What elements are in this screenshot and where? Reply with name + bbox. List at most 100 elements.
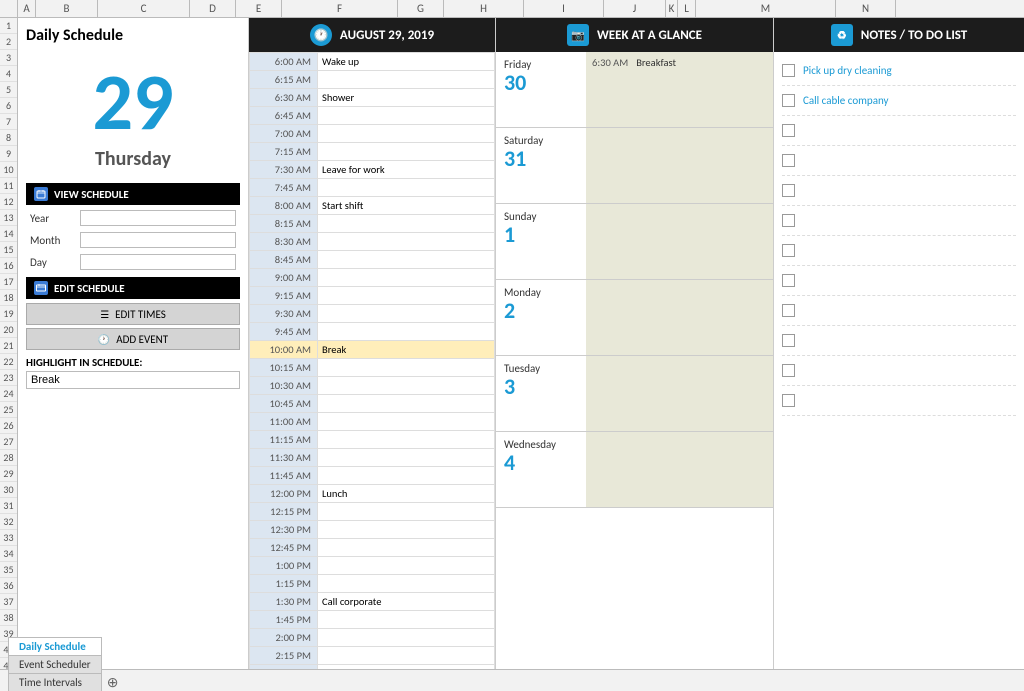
todo-checkbox[interactable] (782, 154, 795, 167)
schedule-event (318, 107, 495, 125)
row-num-5: 5 (0, 82, 17, 98)
month-row: Month (26, 231, 240, 249)
week-day-events (586, 128, 773, 203)
row-num-12: 12 (0, 194, 17, 210)
schedule-time: 12:30 PM (250, 521, 318, 539)
todo-item (782, 296, 1016, 326)
todo-checkbox[interactable] (782, 64, 795, 77)
edit-times-label: EDIT TIMES (115, 308, 166, 321)
schedule-time: 12:45 PM (250, 539, 318, 557)
month-input[interactable] (80, 232, 236, 248)
row-num-29: 29 (0, 466, 17, 482)
tab-time-intervals[interactable]: Time Intervals (8, 673, 102, 691)
todo-checkbox[interactable] (782, 274, 795, 287)
row-num-34: 34 (0, 546, 17, 562)
year-input[interactable] (80, 210, 236, 226)
schedule-event (318, 287, 495, 305)
row-num-10: 10 (0, 162, 17, 178)
add-event-button[interactable]: 🕐 ADD EVENT (26, 328, 240, 350)
schedule-time: 9:30 AM (250, 305, 318, 323)
schedule-event (318, 215, 495, 233)
schedule-row: 1:45 PM (250, 611, 495, 629)
week-day-label: Friday 30 (496, 52, 586, 127)
day-label: Day (30, 256, 80, 269)
schedule-row: 10:45 AM (250, 395, 495, 413)
schedule-event (318, 413, 495, 431)
week-day-number: 31 (504, 147, 578, 171)
schedule-time: 9:00 AM (250, 269, 318, 287)
schedule-time: 9:45 AM (250, 323, 318, 341)
schedule-table: 6:00 AM Wake up 6:15 AM 6:30 AM Shower 6… (249, 52, 495, 669)
schedule-event (318, 269, 495, 287)
schedule-row: 11:15 AM (250, 431, 495, 449)
year-label: Year (30, 212, 80, 225)
todo-checkbox[interactable] (782, 244, 795, 257)
schedule-event (318, 323, 495, 341)
row-num-35: 35 (0, 562, 17, 578)
schedule-row: 11:45 AM (250, 467, 495, 485)
schedule-event (318, 503, 495, 521)
week-day-label: Monday 2 (496, 280, 586, 355)
todo-checkbox[interactable] (782, 124, 795, 137)
week-day-events: 6:30 AM Breakfast (586, 52, 773, 127)
row-num-7: 7 (0, 114, 17, 130)
notes-icon: ♻ (831, 24, 853, 46)
week-day-number: 1 (504, 223, 578, 247)
week-day-block: Saturday 31 (496, 128, 773, 204)
schedule-row: 2:00 PM (250, 629, 495, 647)
row-num-26: 26 (0, 418, 17, 434)
schedule-row: 12:30 PM (250, 521, 495, 539)
todo-checkbox[interactable] (782, 364, 795, 377)
notes-header: ♻ NOTES / TO DO LIST (774, 18, 1024, 52)
todo-checkbox[interactable] (782, 334, 795, 347)
col-header-I: I (524, 0, 604, 17)
schedule-row: 1:30 PM Call corporate (250, 593, 495, 611)
schedule-time: 2:30 PM (250, 665, 318, 670)
edit-times-button[interactable]: ☰ EDIT TIMES (26, 303, 240, 325)
todo-text: Pick up dry cleaning (803, 64, 892, 77)
clock-icon: 🕐 (310, 24, 332, 46)
schedule-event: Lunch (318, 485, 495, 503)
row-num-2: 2 (0, 34, 17, 50)
week-event-desc: Breakfast (636, 56, 676, 69)
column-headers-row: ABCDEFGHIJKLMN (0, 0, 1024, 18)
day-name: Thursday (26, 147, 240, 183)
schedule-event (318, 359, 495, 377)
col-header-B: B (36, 0, 98, 17)
schedule-row: 7:30 AM Leave for work (250, 161, 495, 179)
schedule-time: 2:00 PM (250, 629, 318, 647)
highlight-input[interactable] (26, 371, 240, 389)
schedule-event (318, 125, 495, 143)
add-tab-button[interactable]: ⊕ (104, 673, 122, 691)
week-day-events (586, 432, 773, 507)
row-num-38: 38 (0, 610, 17, 626)
todo-checkbox[interactable] (782, 94, 795, 107)
col-header-L: L (678, 0, 696, 17)
row-num-23: 23 (0, 370, 17, 386)
row-num-19: 19 (0, 306, 17, 322)
todo-checkbox[interactable] (782, 184, 795, 197)
week-header: 📷 WEEK AT A GLANCE (496, 18, 773, 52)
col-header-M: M (696, 0, 836, 17)
schedule-time: 11:00 AM (250, 413, 318, 431)
day-input[interactable] (80, 254, 236, 270)
app-title: Daily Schedule (26, 22, 240, 53)
week-day-label: Wednesday 4 (496, 432, 586, 507)
highlight-in-schedule-label: HIGHLIGHT IN SCHEDULE: (26, 356, 240, 369)
row-num-31: 31 (0, 498, 17, 514)
add-event-label: ADD EVENT (116, 333, 168, 346)
schedule-header: 🕐 AUGUST 29, 2019 (249, 18, 495, 52)
row-num-8: 8 (0, 130, 17, 146)
corner-cell (0, 0, 18, 18)
todo-item (782, 326, 1016, 356)
row-num-25: 25 (0, 402, 17, 418)
schedule-time: 12:00 PM (250, 485, 318, 503)
schedule-row: 6:30 AM Shower (250, 89, 495, 107)
todo-checkbox[interactable] (782, 214, 795, 227)
schedule-event (318, 431, 495, 449)
todo-checkbox[interactable] (782, 304, 795, 317)
schedule-row: 10:30 AM (250, 377, 495, 395)
todo-checkbox[interactable] (782, 394, 795, 407)
clock-small-icon: 🕐 (98, 333, 110, 346)
big-day-number: 29 (26, 53, 240, 147)
